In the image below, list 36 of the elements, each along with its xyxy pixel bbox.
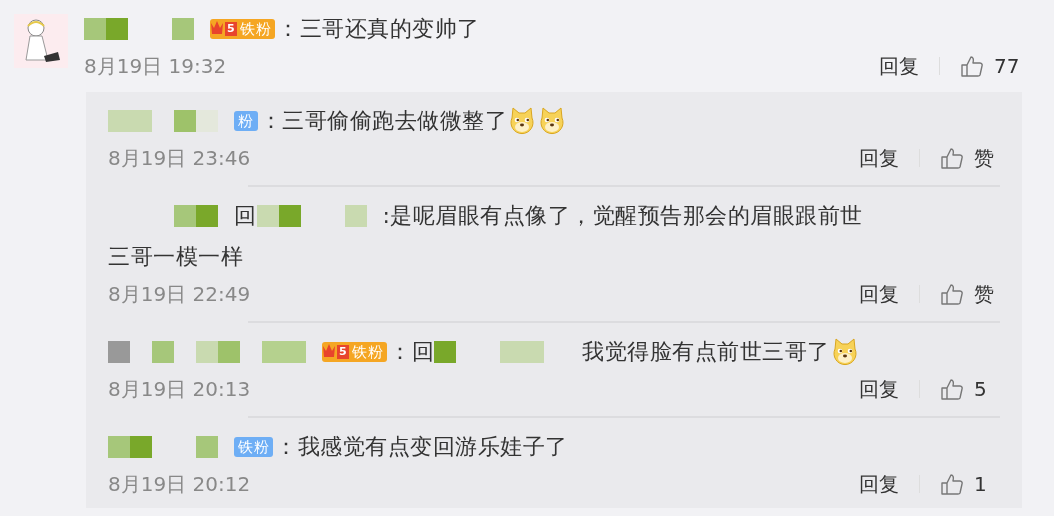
avatar-drawing: [14, 14, 68, 68]
like-count: 77: [994, 54, 1020, 78]
comment-text: ：我感觉有点变回游乐娃子了: [275, 434, 568, 459]
thumbs-up-icon[interactable]: [940, 377, 964, 401]
redacted-name: [174, 205, 218, 227]
comment-text: 回: [234, 203, 257, 228]
like-count: 1: [974, 472, 988, 496]
comment-text: 三哥一模一样: [108, 244, 243, 269]
reply-time: 8月19日 20:13: [108, 375, 251, 403]
reply-time: 8月19日 22:49: [108, 280, 251, 308]
fan-badge: 5 铁粉: [322, 342, 388, 362]
fan-badge: 5 铁粉: [210, 19, 276, 39]
comment-text: ：回: [389, 339, 435, 364]
like-count: 赞: [974, 144, 995, 172]
reply-link[interactable]: 回复: [859, 144, 899, 172]
reply-link[interactable]: 回复: [859, 375, 899, 403]
reply-time: 8月19日 23:46: [108, 144, 251, 172]
thumbs-up-icon[interactable]: [940, 472, 964, 496]
dog-face-icon: [507, 106, 537, 136]
comment-text: ：三哥还真的变帅了: [277, 16, 480, 41]
thumbs-up-icon[interactable]: [960, 54, 984, 78]
comment-text: :是呢眉眼有点像了，觉醒预告那会的眉眼跟前世: [382, 203, 863, 228]
reply-time: 8月19日 20:12: [108, 470, 251, 498]
comment-text: 我觉得脸有点前世三哥了: [582, 339, 830, 364]
thumbs-up-icon[interactable]: [940, 146, 964, 170]
comment-time: 8月19日 19:32: [84, 52, 227, 80]
fan-badge: 粉: [234, 111, 258, 131]
reply-link[interactable]: 回复: [879, 52, 919, 80]
thumbs-up-icon[interactable]: [940, 282, 964, 306]
fan-badge: 铁粉: [234, 437, 273, 457]
reply-link[interactable]: 回复: [859, 280, 899, 308]
comment-text: ：三哥偷偷跑去做微整了: [259, 108, 507, 133]
dog-face-icon: [537, 106, 567, 136]
like-count: 赞: [974, 280, 995, 308]
like-count: 5: [974, 377, 988, 401]
reply-link[interactable]: 回复: [859, 470, 899, 498]
